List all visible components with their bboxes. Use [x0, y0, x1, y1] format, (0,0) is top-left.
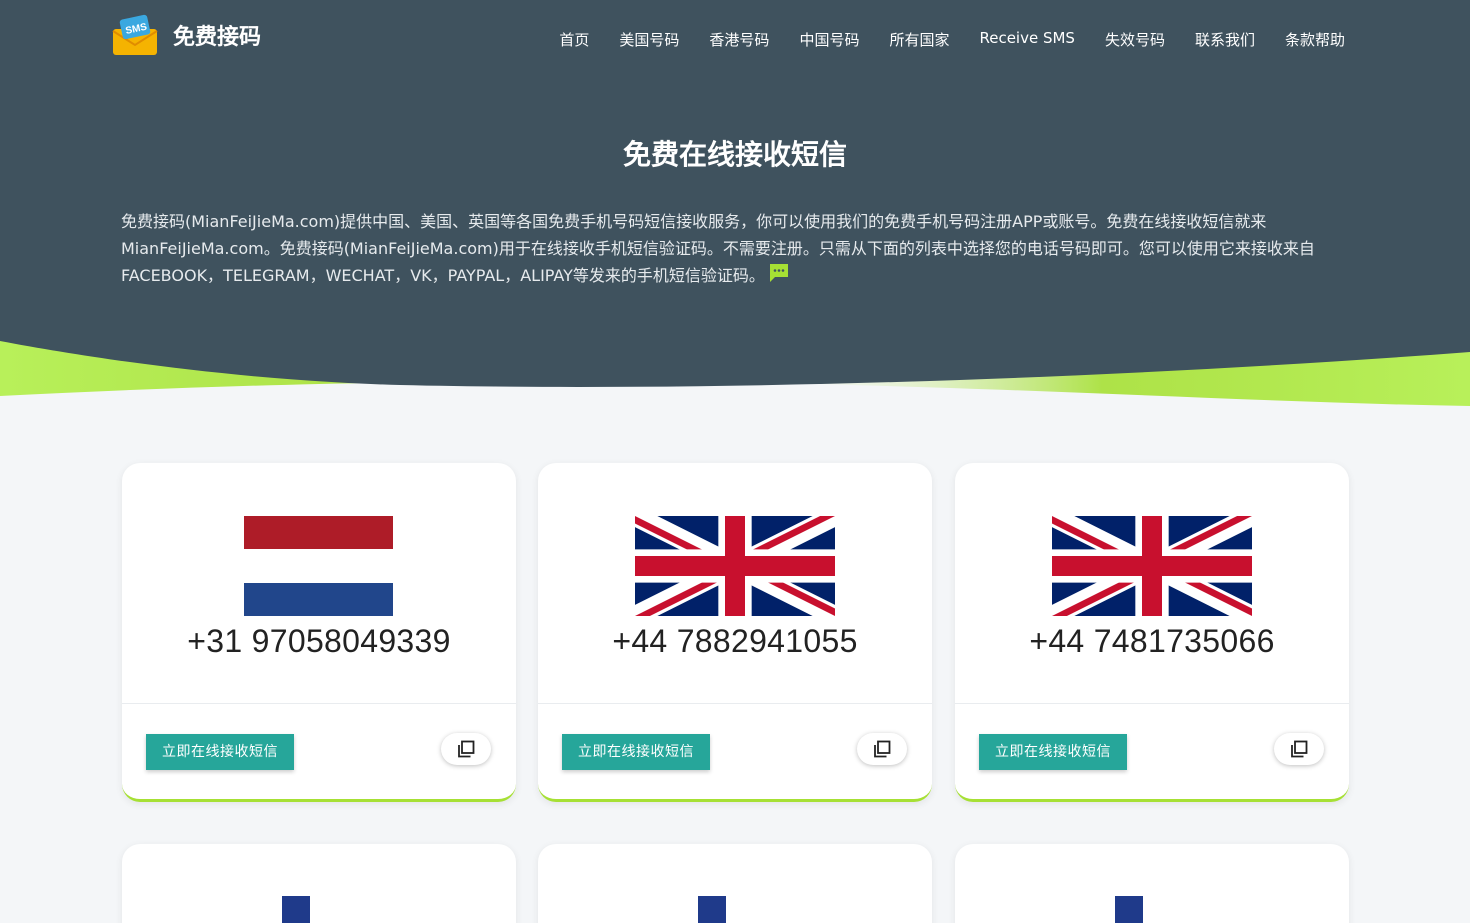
divider: [955, 703, 1349, 704]
receive-sms-button[interactable]: 立即在线接收短信: [979, 734, 1127, 770]
receive-sms-button[interactable]: 立即在线接收短信: [146, 734, 294, 770]
number-card[interactable]: +31 97058049339 立即在线接收短信: [122, 463, 516, 802]
nav-home[interactable]: 首页: [559, 29, 589, 50]
nav-hk-numbers[interactable]: 香港号码: [709, 29, 769, 50]
number-card[interactable]: +44 7481735066 立即在线接收短信: [955, 463, 1349, 802]
nav-cn-numbers[interactable]: 中国号码: [799, 29, 859, 50]
brand-name[interactable]: 免费接码: [173, 19, 261, 51]
hero-description-text: 免费接码(MianFeiJieMa.com)提供中国、美国、英国等各国免费手机号…: [121, 212, 1315, 285]
copy-button[interactable]: [441, 733, 491, 765]
divider: [538, 703, 932, 704]
copy-button[interactable]: [857, 733, 907, 765]
number-card[interactable]: +44 7882941055 立即在线接收短信: [538, 463, 932, 802]
top-navbar: SMS 免费接码 首页 美国号码 香港号码 中国号码 所有国家 Receive …: [0, 0, 1470, 80]
nav-terms-help[interactable]: 条款帮助: [1285, 29, 1345, 50]
copy-icon: [874, 740, 891, 758]
copy-icon: [1291, 740, 1308, 758]
main-nav: 首页 美国号码 香港号码 中国号码 所有国家 Receive SMS 失效号码 …: [529, 29, 1345, 50]
flag-partial: [1115, 896, 1143, 923]
number-card[interactable]: [955, 844, 1349, 923]
sms-envelope-icon: SMS: [112, 14, 158, 55]
flag-partial: [282, 896, 310, 923]
nav-contact[interactable]: 联系我们: [1195, 29, 1255, 50]
page-title: 免费在线接收短信: [622, 138, 847, 171]
uk-flag: [635, 516, 835, 616]
netherlands-flag: [244, 516, 393, 616]
nav-all-countries[interactable]: 所有国家: [889, 29, 949, 50]
brand-logo[interactable]: SMS 免费接码: [111, 13, 261, 57]
uk-flag: [1052, 516, 1252, 616]
phone-number: +31 97058049339: [187, 623, 451, 659]
phone-number: +44 7481735066: [1029, 623, 1275, 659]
nav-receive-sms[interactable]: Receive SMS: [979, 29, 1074, 50]
number-card[interactable]: [122, 844, 516, 923]
nav-us-numbers[interactable]: 美国号码: [619, 29, 679, 50]
phone-number: +44 7882941055: [612, 623, 858, 659]
copy-icon: [458, 740, 475, 758]
number-card[interactable]: [538, 844, 932, 923]
divider: [122, 703, 516, 704]
receive-sms-button[interactable]: 立即在线接收短信: [562, 734, 710, 770]
chat-bubble-icon: [769, 264, 788, 282]
hero-description: 免费接码(MianFeiJieMa.com)提供中国、美国、英国等各国免费手机号…: [121, 208, 1351, 289]
flag-partial: [698, 896, 726, 923]
copy-button[interactable]: [1274, 733, 1324, 765]
nav-expired-numbers[interactable]: 失效号码: [1105, 29, 1165, 50]
